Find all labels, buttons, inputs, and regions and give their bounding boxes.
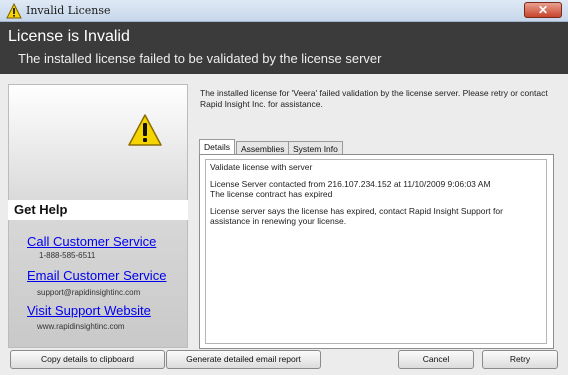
- window-titlebar: Invalid License ✕: [0, 0, 568, 22]
- tab-assemblies[interactable]: Assemblies: [236, 141, 290, 155]
- warning-icon: [128, 114, 162, 146]
- header-title: License is Invalid: [8, 28, 130, 45]
- dialog-header: License is Invalid The installed license…: [0, 22, 568, 74]
- close-button[interactable]: ✕: [524, 2, 562, 18]
- get-help-heading: Get Help: [8, 200, 188, 220]
- retry-button[interactable]: Retry: [482, 350, 558, 369]
- info-text: The installed license for 'Veera' failed…: [200, 88, 548, 109]
- tab-details[interactable]: Details: [199, 139, 235, 155]
- generate-email-report-button[interactable]: Generate detailed email report: [166, 350, 321, 369]
- copy-details-button[interactable]: Copy details to clipboard: [10, 350, 165, 369]
- visit-support-website-link[interactable]: Visit Support Website: [27, 303, 151, 318]
- details-text-area[interactable]: Validate license with server License Ser…: [205, 159, 547, 344]
- detail-line: License Server contacted from 216.107.23…: [210, 179, 491, 189]
- header-subtitle: The installed license failed to be valid…: [18, 51, 382, 66]
- support-email: support@rapidinsightinc.com: [37, 288, 141, 297]
- phone-number: 1-888-585-6511: [39, 251, 96, 260]
- detail-line: Validate license with server: [210, 162, 313, 172]
- detail-line: The license contract has expired: [210, 189, 333, 199]
- support-website: www.rapidinsightinc.com: [37, 322, 125, 331]
- close-icon: ✕: [537, 3, 549, 17]
- tab-system-info[interactable]: System Info: [288, 141, 343, 155]
- warning-icon: [6, 3, 22, 19]
- details-panel: Validate license with server License Ser…: [199, 154, 554, 349]
- call-customer-service-link[interactable]: Call Customer Service: [27, 234, 156, 249]
- window-title: Invalid License: [26, 4, 111, 17]
- detail-line: License server says the license has expi…: [210, 206, 503, 226]
- cancel-button[interactable]: Cancel: [398, 350, 474, 369]
- email-customer-service-link[interactable]: Email Customer Service: [27, 268, 166, 283]
